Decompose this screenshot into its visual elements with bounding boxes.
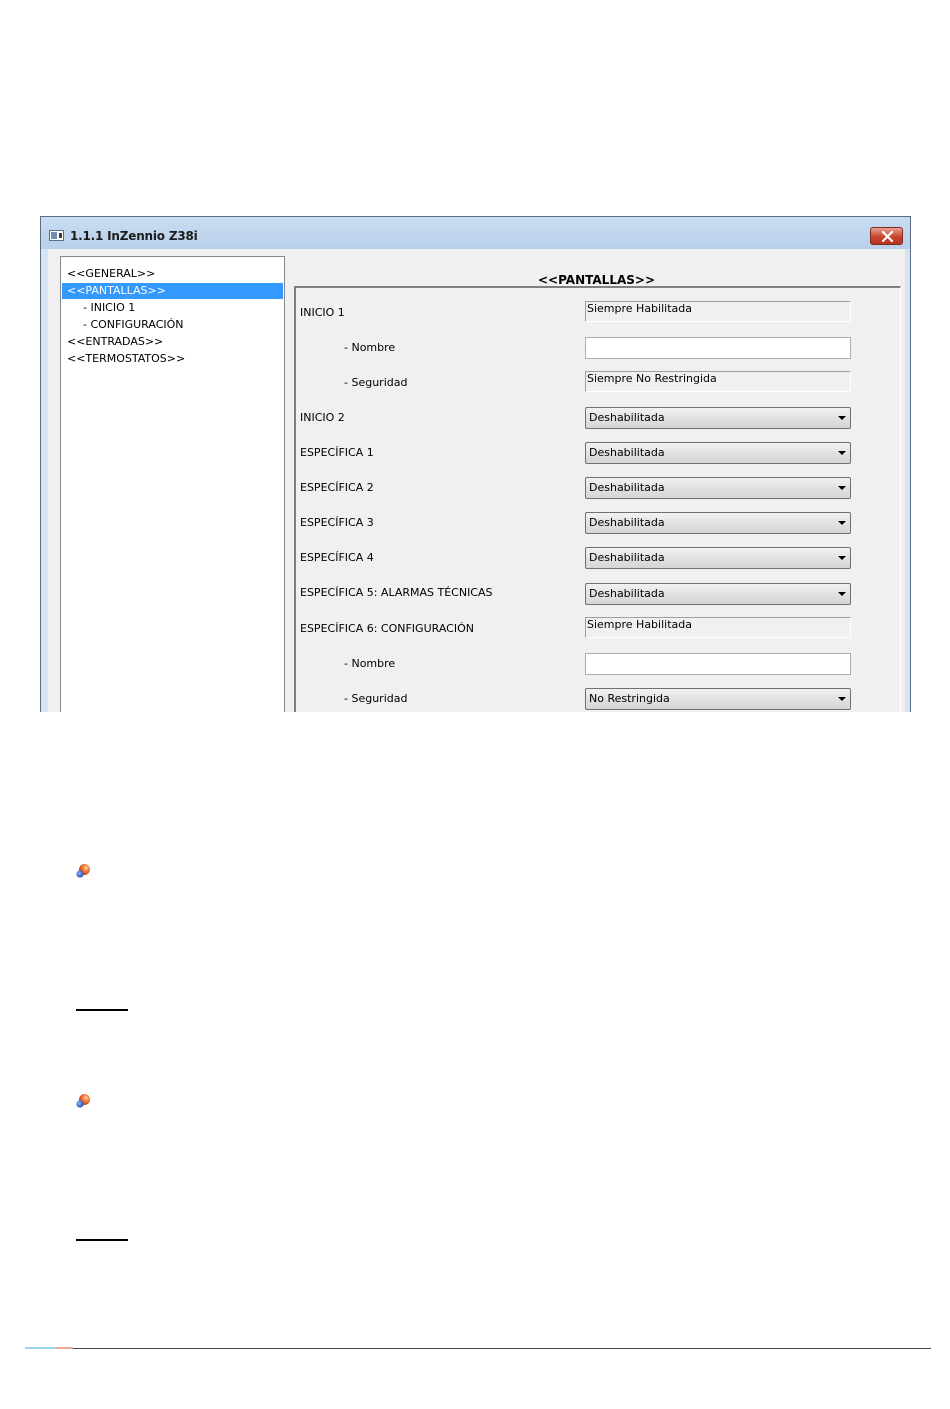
inicio-1-nombre-input[interactable] <box>585 337 851 359</box>
inicio-2-select[interactable]: Deshabilitada <box>585 407 851 429</box>
value-especifica-6: Siempre Habilitada <box>585 617 851 638</box>
value-inicio-1: Siempre Habilitada <box>585 301 851 322</box>
close-button[interactable] <box>870 227 903 245</box>
especifica-5-select[interactable]: Deshabilitada <box>585 583 851 605</box>
tree-item-configuracion[interactable]: - CONFIGURACIÓN <box>83 317 184 333</box>
especifica-3-select-value: Deshabilitada <box>589 516 665 529</box>
title-bar[interactable]: 1.1.1 InZennio Z38i <box>41 217 910 249</box>
label-inicio-1: INICIO 1 <box>300 306 345 319</box>
especifica-6-seguridad-select[interactable]: No Restringida <box>585 688 851 710</box>
especifica-3-select[interactable]: Deshabilitada <box>585 512 851 534</box>
footer-divider <box>25 1348 931 1349</box>
label-especifica-3: ESPECÍFICA 3 <box>300 516 374 529</box>
window-title: 1.1.1 InZennio Z38i <box>70 229 198 243</box>
tree-item-inicio-1[interactable]: - INICIO 1 <box>83 300 135 316</box>
chevron-down-icon <box>838 451 846 455</box>
especifica-2-select-value: Deshabilitada <box>589 481 665 494</box>
especifica-6-seguridad-select-value: No Restringida <box>589 692 670 705</box>
heading-underline <box>76 1239 128 1241</box>
label-especifica-6: ESPECÍFICA 6: CONFIGURACIÓN <box>300 622 474 635</box>
label-especifica-4: ESPECÍFICA 4 <box>300 551 374 564</box>
especifica-5-select-value: Deshabilitada <box>589 587 665 600</box>
tree-item-entradas[interactable]: <<ENTRADAS>> <box>62 334 283 350</box>
especifica-6-nombre-input[interactable] <box>585 653 851 675</box>
tree-item-termostatos[interactable]: <<TERMOSTATOS>> <box>62 351 283 367</box>
chevron-down-icon <box>838 556 846 560</box>
label-especifica-6-seguridad: - Seguridad <box>344 692 408 705</box>
chevron-down-icon <box>838 592 846 596</box>
value-inicio-1-seguridad: Siempre No Restringida <box>585 371 851 392</box>
especifica-1-select-value: Deshabilitada <box>589 446 665 459</box>
label-especifica-5: ESPECÍFICA 5: ALARMAS TÉCNICAS <box>300 586 493 599</box>
heading-underline <box>76 1009 128 1011</box>
footer-accent-blue <box>25 1347 55 1349</box>
especifica-4-select-value: Deshabilitada <box>589 551 665 564</box>
inicio-2-select-value: Deshabilitada <box>589 411 665 424</box>
footer-accent-red <box>55 1347 73 1349</box>
panel-title: <<PANTALLAS>> <box>538 273 656 287</box>
tree-item-general[interactable]: <<GENERAL>> <box>62 266 283 282</box>
tree-item-pantallas[interactable]: <<PANTALLAS>> <box>62 283 283 299</box>
app-window: 1.1.1 InZennio Z38i <<GENERAL>> <<PANTAL… <box>40 216 911 712</box>
chevron-down-icon <box>838 697 846 701</box>
chevron-down-icon <box>838 416 846 420</box>
especifica-2-select[interactable]: Deshabilitada <box>585 477 851 499</box>
especifica-1-select[interactable]: Deshabilitada <box>585 442 851 464</box>
bullet-sphere-icon <box>76 864 90 878</box>
label-especifica-6-nombre: - Nombre <box>344 657 396 670</box>
label-inicio-2: INICIO 2 <box>300 411 345 424</box>
label-especifica-2: ESPECÍFICA 2 <box>300 481 374 494</box>
label-especifica-1: ESPECÍFICA 1 <box>300 446 374 459</box>
chevron-down-icon <box>838 486 846 490</box>
label-inicio-1-nombre: - Nombre <box>344 341 396 354</box>
close-icon <box>881 231 894 242</box>
bullet-sphere-icon <box>76 1094 90 1108</box>
parameter-tree[interactable]: <<GENERAL>> <<PANTALLAS>> - INICIO 1 - C… <box>60 256 285 712</box>
label-inicio-1-seguridad: - Seguridad <box>344 376 408 389</box>
window-icon <box>49 230 64 241</box>
chevron-down-icon <box>838 521 846 525</box>
especifica-4-select[interactable]: Deshabilitada <box>585 547 851 569</box>
